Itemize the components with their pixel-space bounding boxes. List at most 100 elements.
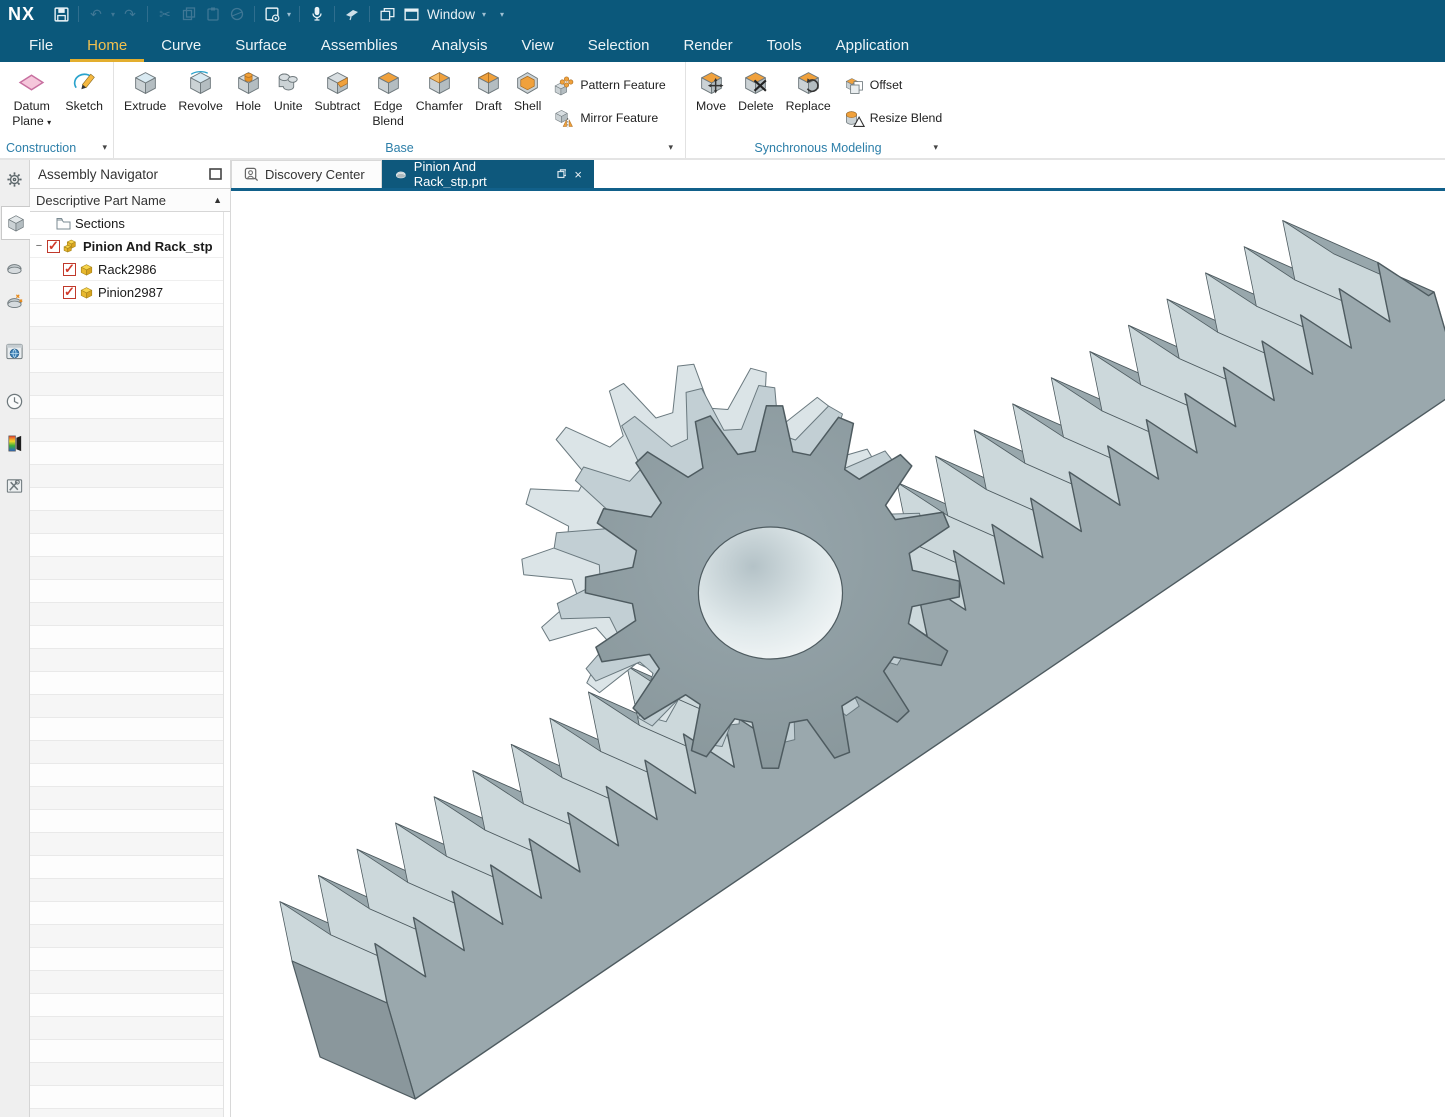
history-clock-icon[interactable] (1, 386, 29, 416)
menu-selection[interactable]: Selection (571, 28, 667, 62)
visibility-checkbox[interactable] (63, 286, 76, 299)
microphone-icon[interactable] (306, 3, 328, 25)
component-part-icon (79, 285, 94, 300)
resize-blend-icon (843, 107, 865, 129)
tab-strip: Discovery Center Pinion And Rack_stp.prt… (231, 160, 1445, 188)
shell-button[interactable]: Shell (509, 66, 546, 117)
menu-bar: File Home Curve Surface Assemblies Analy… (0, 28, 1445, 62)
mirror-feature-button[interactable]: Mirror Feature (553, 106, 665, 130)
tree-row-assembly[interactable]: − Pinion And Rack_stp (30, 235, 230, 258)
roles-gear-icon[interactable] (1, 164, 29, 194)
menu-home[interactable]: Home (70, 28, 144, 62)
sort-ascending-icon[interactable]: ▲ (213, 195, 222, 205)
menu-assemblies[interactable]: Assemblies (304, 28, 415, 62)
column-header[interactable]: Descriptive Part Name ▲ (30, 188, 230, 212)
menu-surface[interactable]: Surface (218, 28, 304, 62)
paste-icon[interactable] (202, 3, 224, 25)
menu-curve[interactable]: Curve (144, 28, 218, 62)
extrude-button[interactable]: Extrude (119, 66, 171, 117)
draft-icon (475, 69, 502, 96)
tree-row-rack[interactable]: Rack2986 (30, 258, 230, 281)
menu-file[interactable]: File (12, 28, 70, 62)
part-navigator-icon[interactable] (1, 286, 29, 316)
menu-render[interactable]: Render (666, 28, 749, 62)
move-face-icon (698, 69, 725, 96)
collapse-icon[interactable]: − (34, 240, 44, 252)
datum-plane-icon (18, 69, 45, 96)
utilities-toolbox-icon[interactable] (1, 470, 29, 500)
separator (78, 6, 79, 22)
navigator-scroll-gutter[interactable] (223, 212, 230, 1117)
window-menu[interactable]: Window (427, 7, 475, 22)
extrude-icon (132, 69, 159, 96)
revolve-button[interactable]: Revolve (173, 66, 227, 117)
datum-plane-button[interactable]: Datum Plane ▾ (5, 66, 58, 131)
ribbon-group-synchronous-modeling: Move Delete Replace Offset Resize Blend … (686, 62, 950, 158)
assembly-part-icon (62, 238, 79, 254)
scene-3d-model[interactable] (231, 191, 1445, 1117)
copy-face-icon[interactable] (226, 3, 248, 25)
cut-icon[interactable]: ✂ (154, 3, 176, 25)
menu-analysis[interactable]: Analysis (415, 28, 505, 62)
cascade-windows-icon[interactable] (376, 3, 398, 25)
close-tab-icon[interactable]: × (574, 168, 582, 181)
title-bar: NX ↶ ▾ ↷ ✂ ▾ Window ▾ ▾ (0, 0, 1445, 28)
hole-button[interactable]: Hole (230, 66, 267, 117)
sketch-button[interactable]: Sketch (60, 66, 108, 117)
edge-blend-button[interactable]: Edge Blend (367, 66, 408, 131)
visibility-checkbox[interactable] (47, 240, 60, 253)
menu-tools[interactable]: Tools (750, 28, 819, 62)
touch-mode-icon[interactable] (261, 3, 283, 25)
undo-caret-icon[interactable]: ▾ (108, 10, 118, 19)
copy-icon[interactable] (178, 3, 200, 25)
panel-title: Assembly Navigator (38, 167, 209, 182)
group-label-construction: Construction (0, 141, 76, 155)
save-icon[interactable] (50, 3, 72, 25)
offset-button[interactable]: Offset (843, 73, 942, 97)
draft-button[interactable]: Draft (470, 66, 507, 117)
group-caret-icon[interactable]: ▾ (102, 142, 107, 153)
undo-icon[interactable]: ↶ (85, 3, 107, 25)
replace-button[interactable]: Replace (781, 66, 836, 117)
tree-row-sections[interactable]: Sections (30, 212, 230, 235)
shell-icon (514, 69, 541, 96)
pattern-feature-button[interactable]: Pattern Feature (553, 73, 665, 97)
revolve-icon (187, 69, 214, 96)
command-finder-icon[interactable] (341, 3, 363, 25)
group-caret-icon[interactable]: ▾ (933, 142, 938, 153)
component-part-icon (79, 262, 94, 277)
menu-application[interactable]: Application (819, 28, 926, 62)
ribbon-options-caret-icon[interactable]: ▾ (497, 10, 507, 19)
redo-icon[interactable]: ↷ (119, 3, 141, 25)
chamfer-button[interactable]: Chamfer (411, 66, 468, 117)
viewport-canvas[interactable] (231, 188, 1445, 1117)
constraint-navigator-icon[interactable] (1, 252, 29, 282)
ribbon: Datum Plane ▾ Sketch Construction ▾ Extr… (0, 62, 1445, 160)
group-label-synchronous-modeling: Synchronous Modeling (686, 141, 950, 155)
menu-view[interactable]: View (504, 28, 570, 62)
separator (254, 6, 255, 22)
group-caret-icon[interactable]: ▾ (668, 142, 673, 153)
visibility-checkbox[interactable] (63, 263, 76, 276)
subtract-button[interactable]: Subtract (310, 66, 366, 117)
move-button[interactable]: Move (691, 66, 731, 117)
window-menu-caret-icon[interactable]: ▾ (479, 10, 489, 19)
viewport-area: Discovery Center Pinion And Rack_stp.prt… (231, 160, 1445, 1117)
delete-button[interactable]: Delete (733, 66, 779, 117)
chamfer-icon (426, 69, 453, 96)
float-panel-icon[interactable] (209, 168, 222, 180)
web-browser-icon[interactable] (1, 336, 29, 366)
separator (369, 6, 370, 22)
unite-button[interactable]: Unite (269, 66, 308, 117)
tab-part-file[interactable]: Pinion And Rack_stp.prt × (382, 160, 594, 188)
tree-row-pinion[interactable]: Pinion2987 (30, 281, 230, 304)
float-tab-icon[interactable] (557, 169, 567, 179)
tab-discovery-center[interactable]: Discovery Center (231, 160, 382, 188)
assembly-navigator-icon[interactable] (1, 206, 31, 240)
resize-blend-button[interactable]: Resize Blend (843, 106, 942, 130)
folder-icon (56, 217, 71, 230)
window-icon[interactable] (400, 3, 422, 25)
touch-mode-caret-icon[interactable]: ▾ (284, 10, 294, 19)
sketch-icon (71, 69, 98, 96)
visualization-rainbow-icon[interactable] (1, 428, 29, 458)
